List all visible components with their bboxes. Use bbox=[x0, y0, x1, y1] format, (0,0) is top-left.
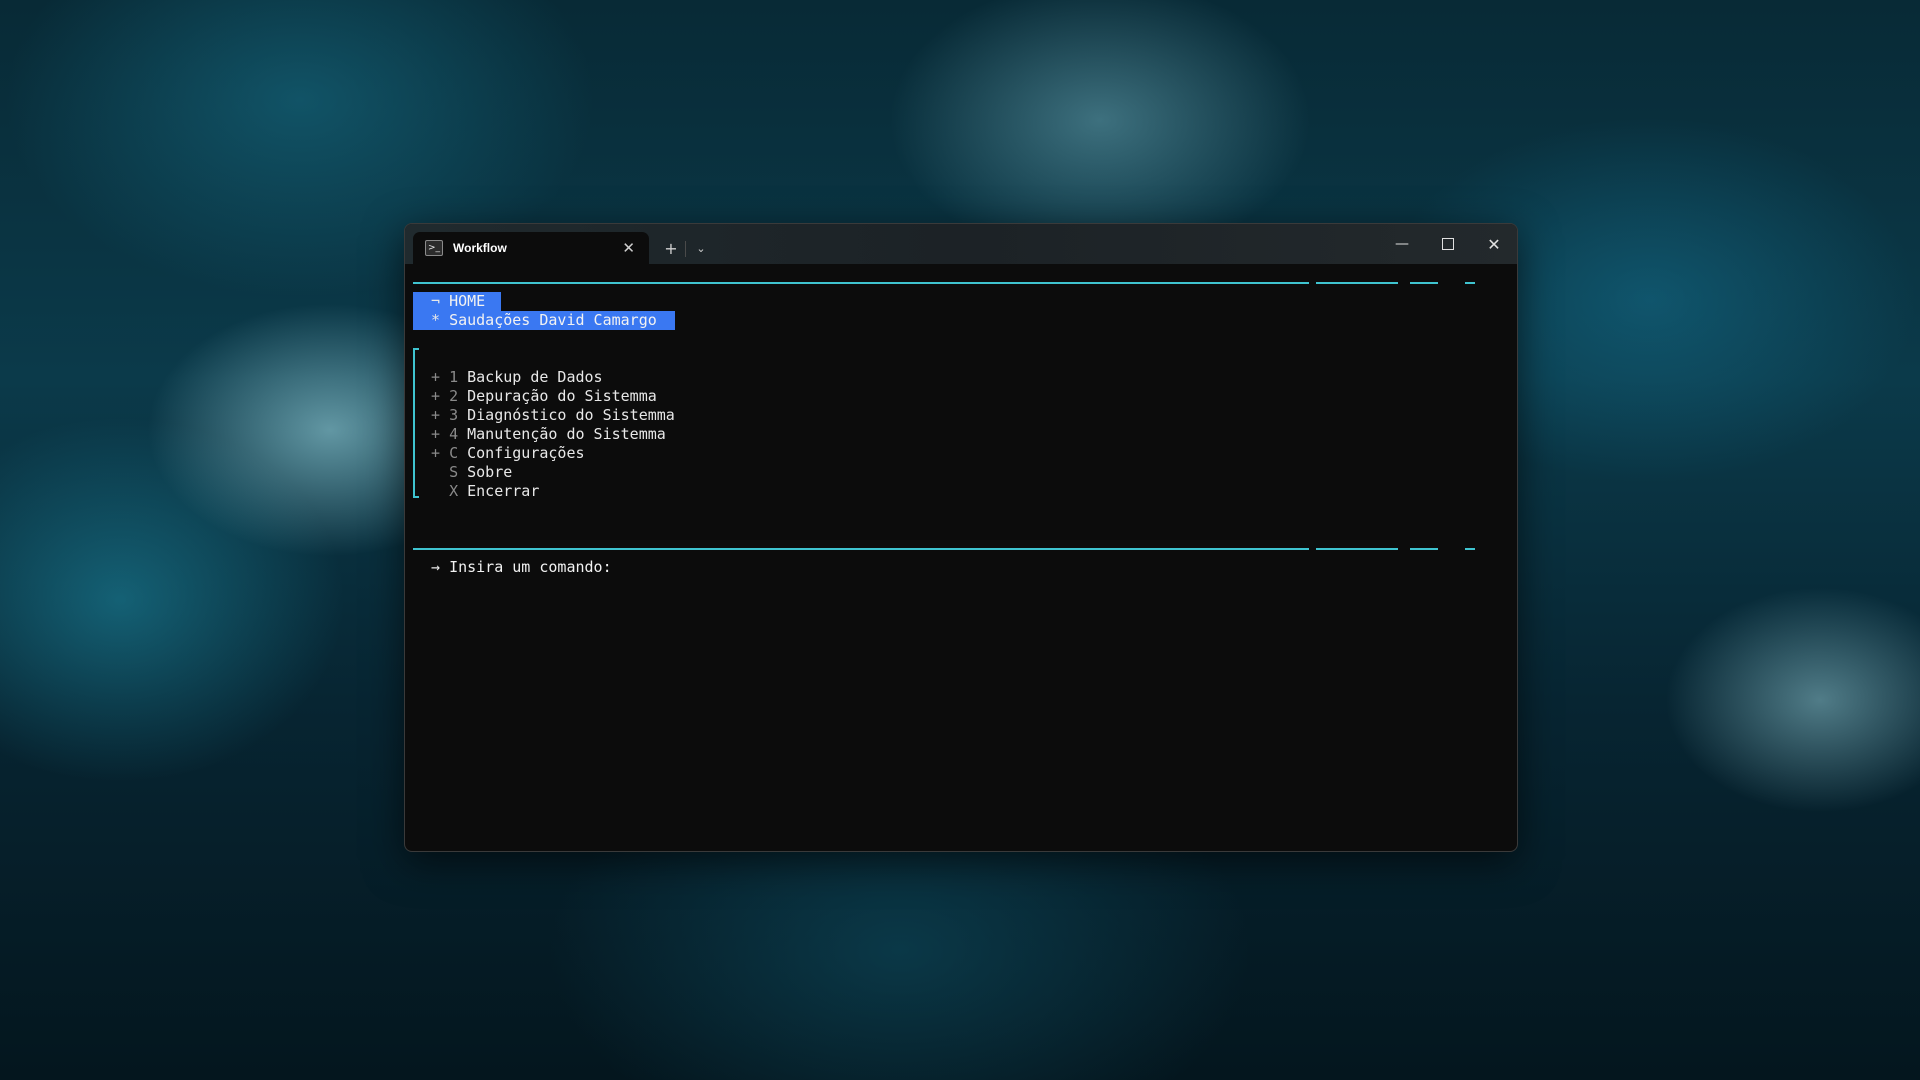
home-label: HOME bbox=[449, 292, 486, 310]
terminal-window: >_ Workflow ✕ + ⌄ — ✕ ¬ HOME * Saudações… bbox=[404, 223, 1518, 852]
title-bar: >_ Workflow ✕ + ⌄ — ✕ bbox=[405, 224, 1517, 264]
menu-item-label: Encerrar bbox=[467, 482, 540, 500]
prompt-text: Insira um comando: bbox=[449, 558, 612, 576]
divider-top-segment-1 bbox=[413, 282, 1309, 284]
menu-item-key: X bbox=[449, 482, 459, 500]
menu-item-label: Backup de Dados bbox=[467, 368, 603, 386]
menu-item-prefix bbox=[431, 482, 440, 500]
menu-item-key: 3 bbox=[449, 406, 459, 424]
greeting-line: * Saudações David Camargo bbox=[431, 311, 657, 330]
powershell-icon: >_ bbox=[425, 240, 443, 256]
divider-bottom-segment-3 bbox=[1410, 548, 1438, 550]
menu-item-label: Diagnóstico do Sistemma bbox=[467, 406, 675, 424]
menu-item-prefix bbox=[431, 463, 440, 481]
minimize-button[interactable]: — bbox=[1379, 224, 1425, 264]
divider-top-segment-4 bbox=[1465, 282, 1475, 284]
divider-bottom-segment-1 bbox=[413, 548, 1309, 550]
home-line: ¬ HOME bbox=[431, 292, 485, 311]
menu-item-prefix: + bbox=[431, 444, 441, 462]
menu-item-manutencao[interactable]: + 4 Manutenção do Sistemma bbox=[431, 425, 666, 444]
menu-item-depuracao[interactable]: + 2 Depuração do Sistemma bbox=[431, 387, 657, 406]
menu-item-prefix: + bbox=[431, 425, 441, 443]
menu-item-sobre[interactable]: S Sobre bbox=[431, 463, 512, 482]
menu-item-prefix: + bbox=[431, 406, 441, 424]
maximize-button[interactable] bbox=[1425, 224, 1471, 264]
menu-item-prefix: + bbox=[431, 387, 441, 405]
chevron-down-icon[interactable]: ⌄ bbox=[689, 236, 713, 260]
menu-item-label: Sobre bbox=[467, 463, 513, 481]
home-marker: ¬ bbox=[431, 292, 441, 310]
tab-title: Workflow bbox=[453, 241, 507, 255]
menu-item-key: 2 bbox=[449, 387, 459, 405]
menu-item-encerrar[interactable]: X Encerrar bbox=[431, 482, 539, 501]
titlebar-divider bbox=[685, 241, 686, 257]
menu-item-key: 1 bbox=[449, 368, 459, 386]
divider-bottom-segment-4 bbox=[1465, 548, 1475, 550]
menu-item-diagnostico[interactable]: + 3 Diagnóstico do Sistemma bbox=[431, 406, 675, 425]
greeting-text: Saudações David Camargo bbox=[449, 311, 657, 329]
command-prompt[interactable]: → Insira um comando: bbox=[431, 558, 612, 577]
terminal-content[interactable]: ¬ HOME * Saudações David Camargo + 1 Bac… bbox=[405, 264, 1517, 851]
maximize-icon bbox=[1442, 238, 1454, 250]
menu-item-key: 4 bbox=[449, 425, 459, 443]
new-tab-button[interactable]: + bbox=[658, 236, 684, 260]
divider-bottom-segment-2 bbox=[1316, 548, 1398, 550]
greeting-marker: * bbox=[431, 311, 441, 329]
menu-item-key: S bbox=[449, 463, 459, 481]
menu-item-label: Depuração do Sistemma bbox=[467, 387, 657, 405]
close-window-button[interactable]: ✕ bbox=[1471, 224, 1517, 264]
menu-item-configuracoes[interactable]: + C Configurações bbox=[431, 444, 585, 463]
menu-bracket bbox=[413, 348, 415, 498]
menu-item-backup[interactable]: + 1 Backup de Dados bbox=[431, 368, 603, 387]
menu-item-prefix: + bbox=[431, 368, 441, 386]
menu-bracket-top bbox=[413, 348, 419, 350]
menu-bracket-bottom bbox=[413, 496, 419, 498]
close-tab-icon[interactable]: ✕ bbox=[622, 239, 635, 257]
divider-top-segment-2 bbox=[1316, 282, 1398, 284]
divider-top-segment-3 bbox=[1410, 282, 1438, 284]
tab-workflow[interactable]: >_ Workflow ✕ bbox=[413, 232, 649, 264]
menu-item-label: Manutenção do Sistemma bbox=[467, 425, 666, 443]
arrow-right-icon: → bbox=[431, 558, 441, 576]
menu-item-key: C bbox=[449, 444, 459, 462]
menu-item-label: Configurações bbox=[467, 444, 585, 462]
